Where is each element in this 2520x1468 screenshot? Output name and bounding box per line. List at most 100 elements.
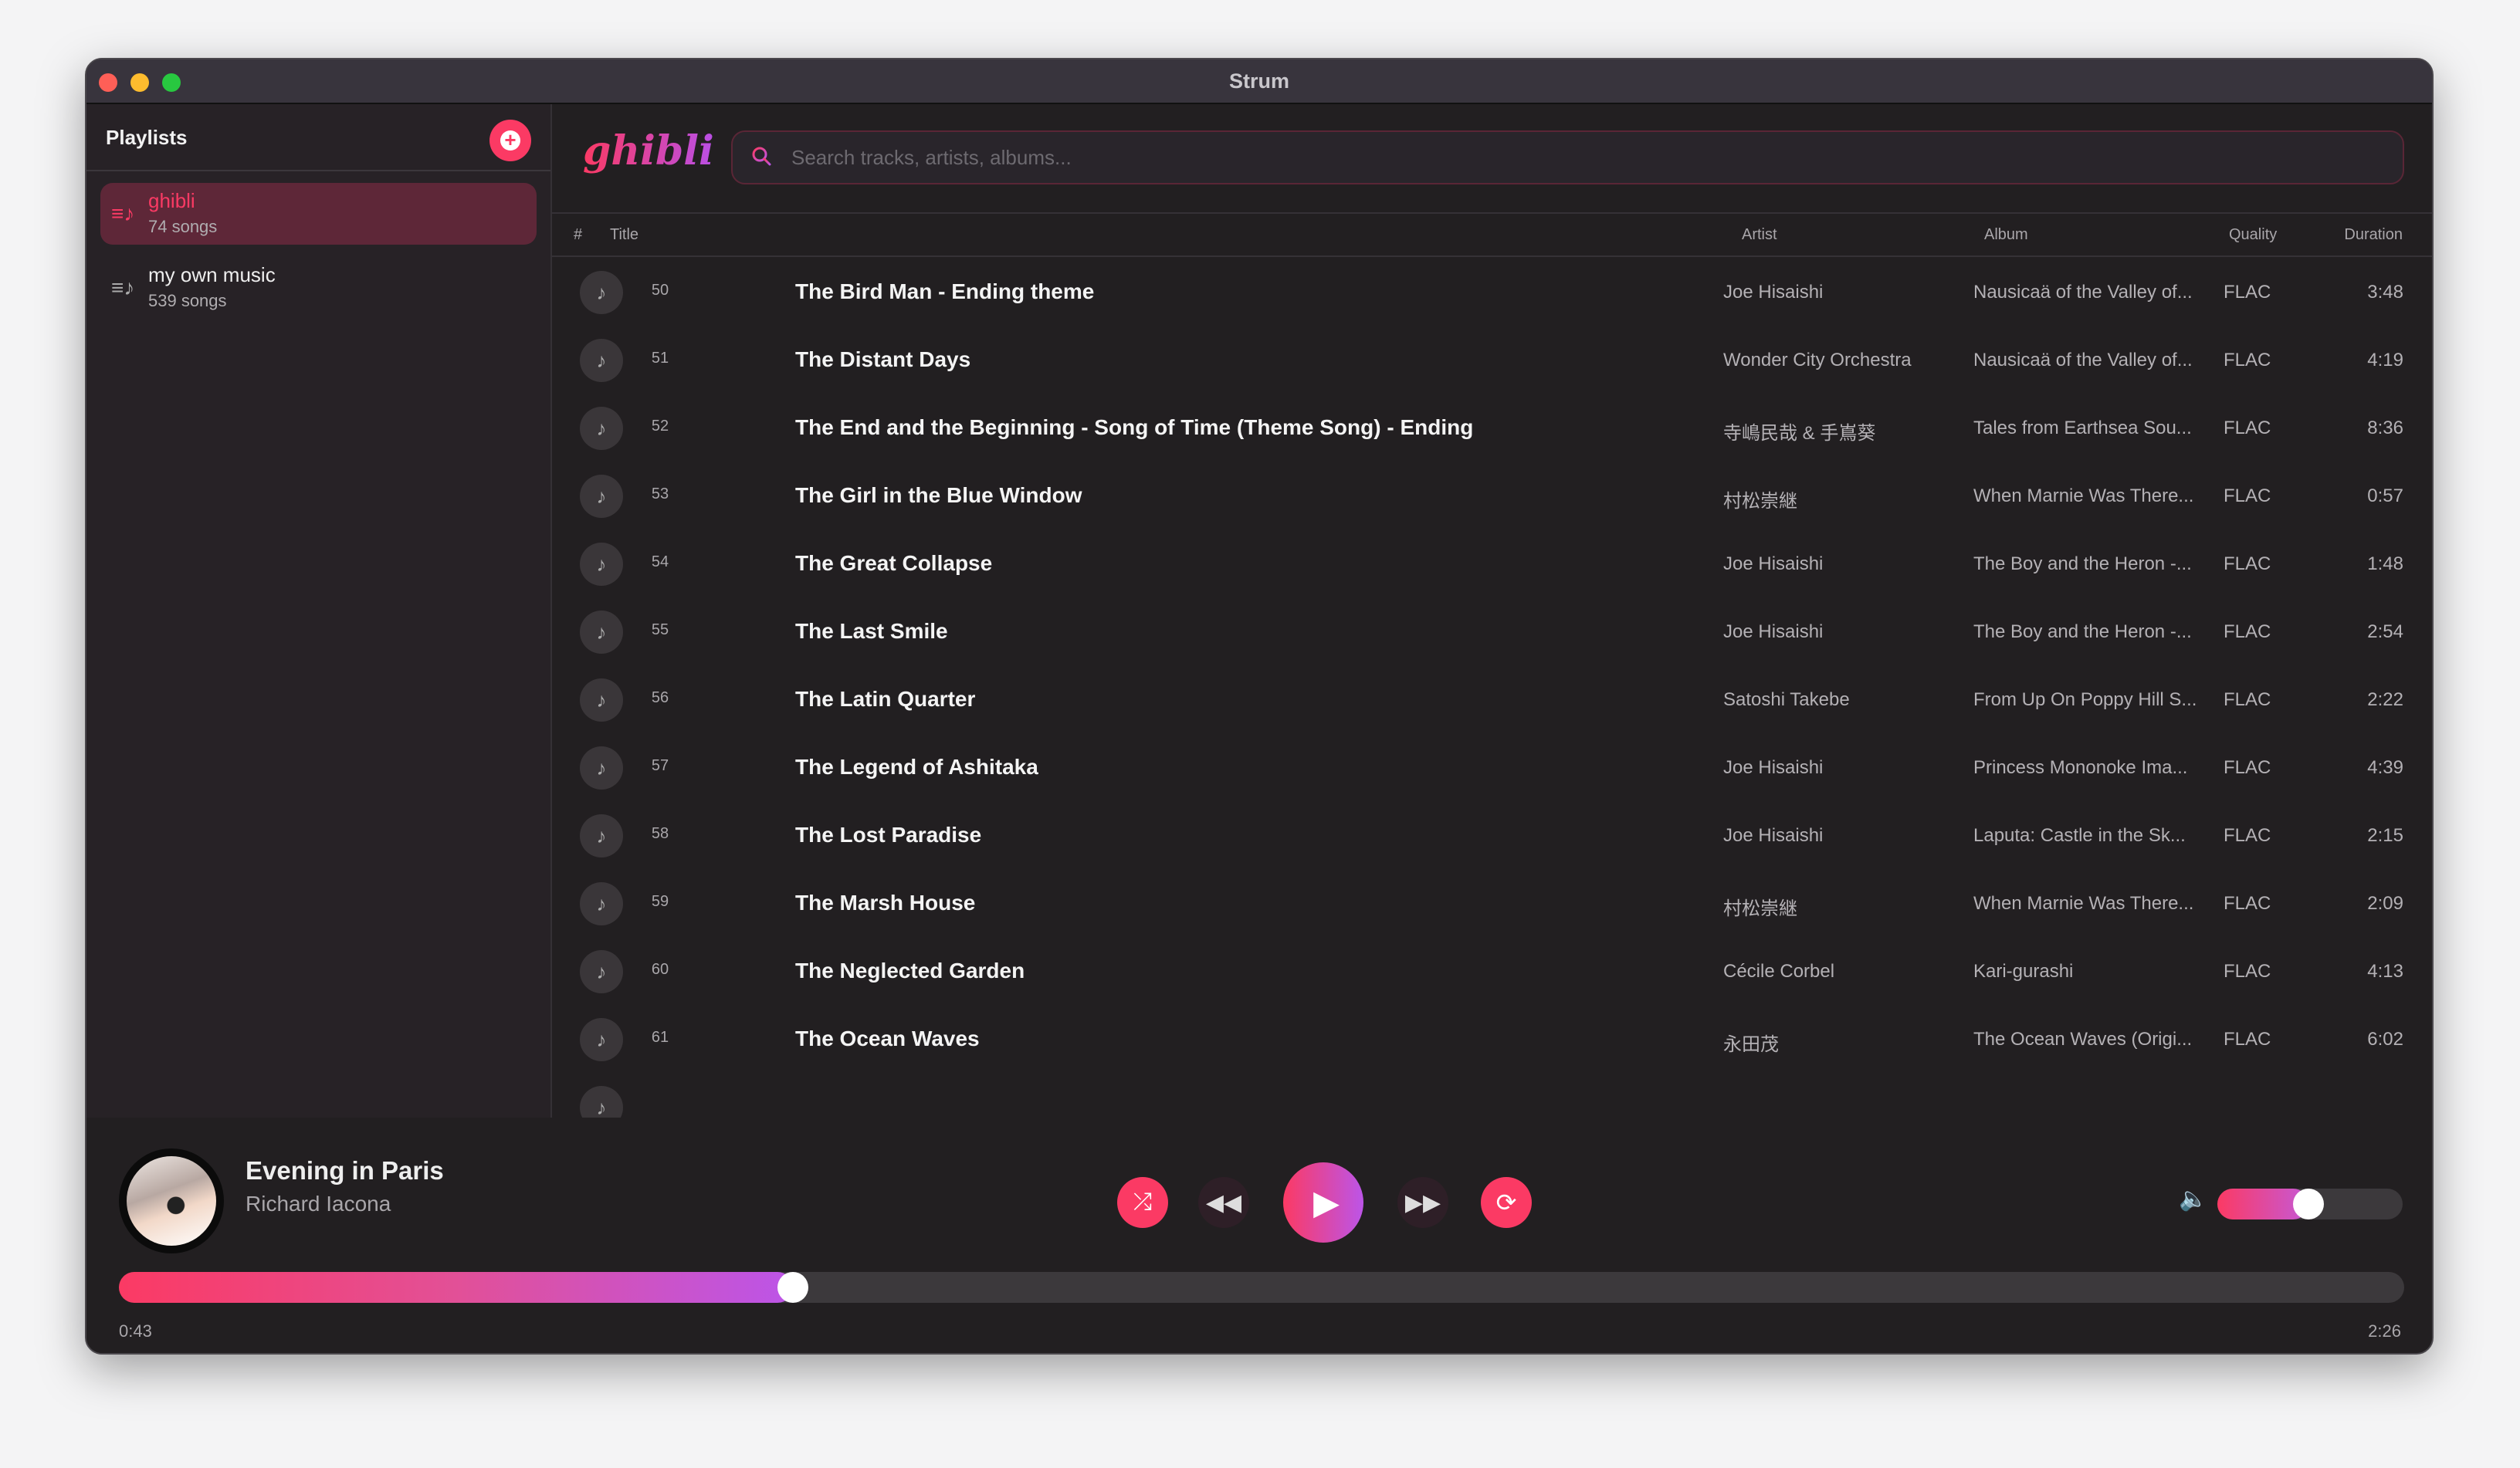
track-title: The Legend of Ashitaka [795, 755, 1038, 779]
fast-forward-icon: ▶▶ [1404, 1189, 1441, 1216]
track-title: The Last Smile [795, 619, 948, 643]
app-window: Strum Playlists + ≡♪ ghibli 74 songs ≡♪ … [85, 58, 2434, 1355]
now-playing-artist: Richard Iacona [246, 1192, 391, 1216]
search-bar[interactable] [731, 130, 2404, 184]
track-quality: FLAC [2224, 1029, 2271, 1050]
track-quality: FLAC [2224, 350, 2271, 370]
progress-knob[interactable] [777, 1272, 809, 1303]
add-playlist-button[interactable]: + [489, 120, 531, 161]
track-duration: 0:57 [2367, 485, 2403, 506]
track-number: 54 [651, 553, 669, 570]
track-number: 51 [651, 350, 669, 367]
sidebar: Playlists + ≡♪ ghibli 74 songs ≡♪ my own… [86, 104, 552, 1118]
track-row[interactable]: ♪ 54 The Great Collapse Joe Hisaishi The Boy… [552, 530, 2432, 598]
track-artist: Joe Hisaishi [1723, 621, 1824, 642]
close-window-button[interactable] [99, 73, 117, 92]
current-time: 0:43 [119, 1321, 152, 1341]
track-duration: 2:09 [2367, 893, 2403, 914]
search-input[interactable] [791, 132, 2335, 183]
window-title: Strum [1228, 69, 1289, 93]
track-artist: Joe Hisaishi [1723, 553, 1824, 574]
track-quality: FLAC [2224, 418, 2271, 438]
music-note-icon[interactable]: ♪ [580, 678, 623, 722]
track-number: 58 [651, 825, 669, 842]
music-note-icon[interactable]: ♪ [580, 407, 623, 450]
previous-button[interactable]: ◀◀ [1198, 1177, 1249, 1228]
track-row[interactable]: ♪ 61 The Ocean Waves 永田茂 The Ocean Waves (Or… [552, 1006, 2432, 1074]
track-number: 61 [651, 1029, 669, 1046]
track-album: Nausicaä of the Valley of... [1973, 350, 2193, 370]
track-row[interactable]: ♪ 53 The Girl in the Blue Window 村松崇継 When M… [552, 462, 2432, 530]
music-note-icon[interactable]: ♪ [580, 950, 623, 993]
track-row[interactable]: ♪ 56 The Latin Quarter Satoshi Takebe From U… [552, 666, 2432, 734]
rewind-icon: ◀◀ [1205, 1189, 1242, 1216]
track-title: The Marsh House [795, 891, 976, 915]
playlist-item-ghibli[interactable]: ≡♪ ghibli 74 songs [100, 183, 537, 245]
plus-circle-icon: + [500, 130, 520, 151]
track-row-partial[interactable]: ♪ [552, 1074, 2432, 1118]
track-quality: FLAC [2224, 485, 2271, 506]
track-row[interactable]: ♪ 55 The Last Smile Joe Hisaishi The Boy and… [552, 598, 2432, 666]
track-title: The End and the Beginning - Song of Time… [795, 415, 1474, 439]
player-bar: Evening in Paris Richard Iacona ⤮ ◀◀ ▶ ▶… [86, 1118, 2432, 1353]
playlist-name: ghibli [148, 189, 195, 212]
music-note-icon[interactable]: ♪ [580, 611, 623, 654]
track-artist: Joe Hisaishi [1723, 757, 1824, 778]
music-note-icon[interactable]: ♪ [580, 814, 623, 857]
column-quality[interactable]: Quality [2229, 226, 2277, 244]
track-album: When Marnie Was There... [1973, 893, 2194, 914]
volume-slider[interactable] [2217, 1189, 2403, 1219]
minimize-window-button[interactable] [130, 73, 149, 92]
track-row[interactable]: ♪ 52 The End and the Beginning - Song of T… [552, 394, 2432, 462]
shuffle-button[interactable]: ⤮ [1117, 1177, 1168, 1228]
track-number: 57 [651, 757, 669, 774]
track-row[interactable]: ♪ 50 The Bird Man - Ending theme Joe Hisais… [552, 259, 2432, 326]
track-quality: FLAC [2224, 282, 2271, 303]
repeat-button[interactable]: ⟳ [1481, 1177, 1532, 1228]
progress-slider[interactable] [119, 1272, 2404, 1303]
column-artist[interactable]: Artist [1742, 226, 1777, 244]
track-artist: Cécile Corbel [1723, 961, 1835, 982]
track-album: When Marnie Was There... [1973, 485, 2194, 506]
volume-icon[interactable]: 🔈 [2179, 1186, 2207, 1213]
track-row[interactable]: ♪ 59 The Marsh House 村松崇継 When Marnie Was Th… [552, 870, 2432, 938]
column-duration[interactable]: Duration [2344, 226, 2403, 244]
track-artist: Joe Hisaishi [1723, 282, 1824, 303]
track-row[interactable]: ♪ 60 The Neglected Garden Cécile Corbel Kari… [552, 938, 2432, 1006]
volume-knob[interactable] [2292, 1189, 2324, 1219]
now-playing-title: Evening in Paris [246, 1156, 444, 1185]
playlist-logo: ghibli [583, 127, 714, 174]
track-row[interactable]: ♪ 58 The Lost Paradise Joe Hisaishi Laputa: … [552, 802, 2432, 870]
music-note-icon[interactable]: ♪ [580, 339, 623, 382]
track-duration: 2:22 [2367, 689, 2403, 710]
track-duration: 2:54 [2367, 621, 2403, 642]
sidebar-header: Playlists + [86, 104, 550, 171]
track-album: Laputa: Castle in the Sk... [1973, 825, 2186, 846]
play-button[interactable]: ▶ [1283, 1162, 1363, 1243]
music-note-icon[interactable]: ♪ [580, 475, 623, 518]
music-note-icon[interactable]: ♪ [580, 1018, 623, 1061]
music-note-icon[interactable]: ♪ [580, 271, 623, 314]
track-row[interactable]: ♪ 51 The Distant Days Wonder City Orchestra… [552, 326, 2432, 394]
playlist-item-my-own-music[interactable]: ≡♪ my own music 539 songs [100, 257, 537, 319]
music-note-icon[interactable]: ♪ [580, 882, 623, 925]
column-num[interactable]: # [574, 226, 582, 244]
zoom-window-button[interactable] [162, 73, 181, 92]
sidebar-title: Playlists [106, 126, 188, 149]
play-icon: ▶ [1313, 1183, 1340, 1222]
progress-fill [119, 1272, 794, 1303]
music-note-icon[interactable]: ♪ [580, 543, 623, 586]
column-title[interactable]: Title [610, 226, 638, 244]
music-note-icon[interactable]: ♪ [580, 746, 623, 790]
playlist-count: 539 songs [148, 291, 227, 310]
track-duration: 2:15 [2367, 825, 2403, 846]
track-row[interactable]: ♪ 57 The Legend of Ashitaka Joe Hisaishi Pri… [552, 734, 2432, 802]
track-album: The Boy and the Heron -... [1973, 621, 2192, 642]
column-album[interactable]: Album [1984, 226, 2028, 244]
track-number: 56 [651, 689, 669, 706]
track-artist: Joe Hisaishi [1723, 825, 1824, 846]
track-list[interactable]: ♪ ♪ 50 The Bird Man - Ending theme Joe Hisa… [552, 259, 2432, 1118]
album-art [119, 1148, 224, 1253]
track-title: The Latin Quarter [795, 687, 976, 711]
next-button[interactable]: ▶▶ [1397, 1177, 1448, 1228]
